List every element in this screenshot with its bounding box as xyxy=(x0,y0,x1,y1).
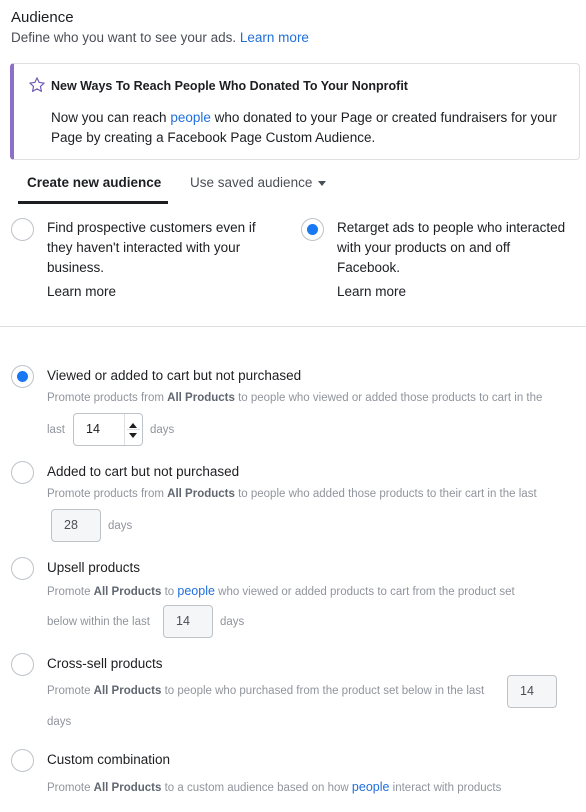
retarget-learn-more-link[interactable]: Learn more xyxy=(337,282,406,302)
header-learn-more-link[interactable]: Learn more xyxy=(240,30,309,45)
days-unit: days xyxy=(108,520,133,532)
desc-bold: All Products xyxy=(167,392,235,404)
radio-custom-combination[interactable] xyxy=(11,749,34,772)
days-value: 14 xyxy=(520,684,534,698)
divider xyxy=(0,326,586,327)
section-subtitle: Define who you want to see your ads. Lea… xyxy=(11,30,309,45)
prospective-learn-more-link[interactable]: Learn more xyxy=(47,282,116,302)
days-unit: days xyxy=(220,616,245,628)
radio-added-to-cart[interactable] xyxy=(11,461,34,484)
desc-bold: All Products xyxy=(93,586,162,598)
radio-prospective[interactable] xyxy=(11,218,34,241)
chevron-up-icon[interactable] xyxy=(129,423,137,428)
within-last-label: below within the last xyxy=(47,616,150,628)
stepper-divider xyxy=(127,429,140,430)
desc-text: to xyxy=(161,586,178,598)
desc-text: to people who added those products to th… xyxy=(234,488,537,500)
tab-create-new-audience[interactable]: Create new audience xyxy=(27,175,161,190)
radio-cross-sell[interactable] xyxy=(11,653,34,676)
notice-title: New Ways To Reach People Who Donated To … xyxy=(51,79,408,93)
desc-text: Promote xyxy=(47,782,94,794)
tab-saved-label: Use saved audience xyxy=(190,175,313,190)
nonprofit-notice: New Ways To Reach People Who Donated To … xyxy=(10,63,580,160)
desc-bold: All Products xyxy=(167,488,235,500)
section-title: Audience xyxy=(11,9,74,26)
option-cross-sell-label: Cross-sell products xyxy=(47,656,163,671)
radio-viewed-or-added[interactable] xyxy=(11,365,34,388)
days-input-added-to-cart[interactable]: 28 xyxy=(51,509,101,542)
subtitle-text: Define who you want to see your ads. xyxy=(11,30,237,45)
chevron-down-icon[interactable] xyxy=(129,433,137,438)
stepper-controls[interactable] xyxy=(124,414,142,445)
desc-text: to a custom audience based on how xyxy=(161,782,352,794)
days-value: 28 xyxy=(64,518,78,532)
caret-down-icon xyxy=(318,180,327,186)
option-added-to-cart-label: Added to cart but not purchased xyxy=(47,464,240,479)
days-stepper-viewed[interactable]: 14 xyxy=(73,413,143,446)
radio-upsell[interactable] xyxy=(11,557,34,580)
active-tab-indicator xyxy=(18,201,168,204)
custom-people-link[interactable]: people xyxy=(352,780,390,794)
days-input-upsell[interactable]: 14 xyxy=(163,605,213,638)
desc-bold: All Products xyxy=(93,782,162,794)
desc-text: interact with products xyxy=(389,782,502,794)
notice-body-start: Now you can reach xyxy=(51,110,171,125)
desc-bold: All Products xyxy=(93,685,162,697)
notice-people-link[interactable]: people xyxy=(170,110,211,125)
notice-body: Now you can reach people who donated to … xyxy=(51,108,571,148)
desc-text: to people who purchased from the product… xyxy=(161,685,485,697)
days-input-cross-sell[interactable]: 14 xyxy=(507,675,557,708)
option-retarget-label: Retarget ads to people who interacted wi… xyxy=(337,220,566,275)
desc-text: who viewed or added products to cart fro… xyxy=(214,586,515,598)
days-unit: days xyxy=(150,424,175,436)
option-viewed-or-added-desc: Promote products from All Products to pe… xyxy=(47,392,542,404)
days-value: 14 xyxy=(176,614,190,628)
desc-text: Promote xyxy=(47,586,94,598)
option-custom-combination-label: Custom combination xyxy=(47,752,171,767)
option-prospective-label: Find prospective customers even if they … xyxy=(47,220,256,275)
last-label: last xyxy=(47,424,65,436)
radio-retarget[interactable] xyxy=(301,218,324,241)
option-viewed-or-added-label: Viewed or added to cart but not purchase… xyxy=(47,368,302,383)
star-outline-icon xyxy=(29,77,45,92)
option-added-to-cart-desc: Promote products from All Products to pe… xyxy=(47,488,537,500)
days-unit: days xyxy=(47,716,72,728)
desc-text: Promote products from xyxy=(47,392,168,404)
days-value: 14 xyxy=(86,422,100,436)
option-upsell-desc: Promote All Products to people who viewe… xyxy=(47,584,515,598)
tab-use-saved-audience[interactable]: Use saved audience xyxy=(190,175,327,190)
desc-text: Promote xyxy=(47,685,94,697)
desc-text: Promote products from xyxy=(47,488,168,500)
desc-text: to people who viewed or added those prod… xyxy=(234,392,543,404)
option-upsell-label: Upsell products xyxy=(47,560,141,575)
upsell-people-link[interactable]: people xyxy=(177,584,215,598)
option-cross-sell-desc: Promote All Products to people who purch… xyxy=(47,685,484,697)
option-custom-combination-desc: Promote All Products to a custom audienc… xyxy=(47,780,501,794)
